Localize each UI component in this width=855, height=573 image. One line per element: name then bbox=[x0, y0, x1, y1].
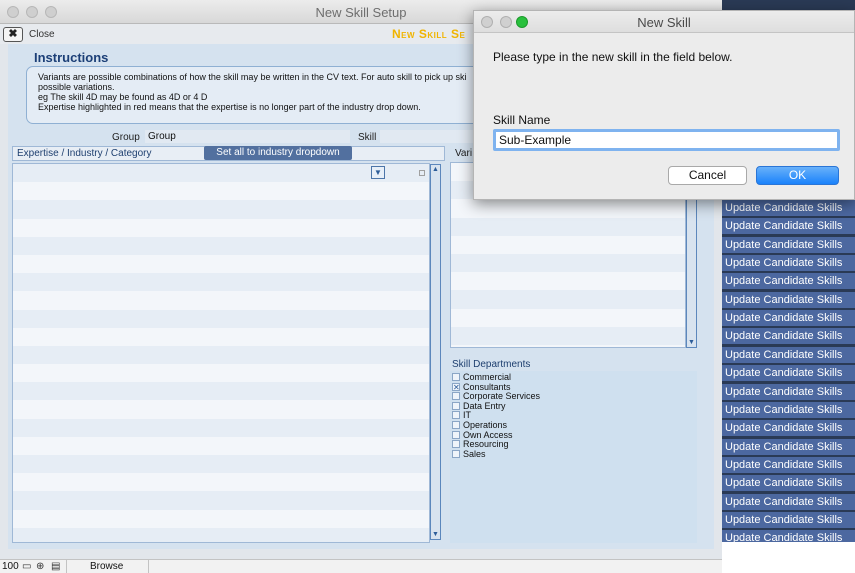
department-label: Consultants bbox=[463, 381, 511, 392]
department-item[interactable]: Commercial bbox=[452, 372, 511, 382]
cancel-button[interactable]: Cancel bbox=[668, 166, 747, 185]
expertise-header-label: Expertise / Industry / Category bbox=[17, 148, 152, 159]
update-candidate-skills-button[interactable]: Update Candidate Skills bbox=[721, 475, 855, 492]
department-item[interactable]: IT bbox=[452, 410, 471, 420]
instruction-line: Variants are possible combinations of ho… bbox=[38, 72, 467, 82]
update-candidate-skills-button[interactable]: Update Candidate Skills bbox=[721, 236, 855, 253]
status-bar: 100 ▭ ⊕ ▤ Browse bbox=[0, 559, 722, 573]
dialog-title: New Skill bbox=[637, 15, 691, 30]
department-label: Sales bbox=[463, 448, 486, 459]
update-candidate-skills-button[interactable]: Update Candidate Skills bbox=[721, 511, 855, 528]
instruction-line: possible variations. bbox=[38, 82, 115, 92]
close-button[interactable]: ✖ bbox=[3, 27, 23, 42]
checkbox-icon[interactable] bbox=[452, 401, 460, 410]
zoom-level[interactable]: 100 bbox=[2, 561, 19, 572]
close-label[interactable]: Close bbox=[29, 29, 55, 40]
update-candidate-skills-button[interactable]: Update Candidate Skills bbox=[721, 365, 855, 382]
update-candidate-skills-button[interactable]: Update Candidate Skills bbox=[721, 456, 855, 473]
expertise-scrollbar[interactable]: ▲ ▼ bbox=[430, 164, 441, 540]
instruction-line: eg The skill 4D may be found as 4D or 4 … bbox=[38, 92, 208, 102]
brand-title: New Skill Se bbox=[392, 27, 466, 41]
instructions-heading: Instructions bbox=[34, 50, 109, 65]
group-field[interactable]: Group bbox=[145, 130, 350, 143]
update-candidate-skills-button[interactable]: Update Candidate Skills bbox=[721, 438, 855, 455]
department-item[interactable]: Resourcing bbox=[452, 439, 509, 449]
update-candidate-skills-button[interactable]: Update Candidate Skills bbox=[721, 493, 855, 510]
new-skill-dialog: New Skill Please type in the new skill i… bbox=[473, 10, 855, 200]
department-label: Data Entry bbox=[463, 400, 506, 411]
background-window-footer bbox=[721, 542, 855, 573]
checked-checkbox-icon[interactable]: ✕ bbox=[452, 382, 460, 391]
scroll-down-icon[interactable]: ▼ bbox=[431, 530, 440, 539]
department-label: Operations bbox=[463, 420, 508, 430]
department-item[interactable]: ✕ Consultants bbox=[452, 382, 511, 392]
update-candidate-skills-button[interactable]: Update Candidate Skills bbox=[721, 310, 855, 327]
skill-label: Skill bbox=[358, 132, 377, 143]
checkbox-icon[interactable] bbox=[452, 373, 460, 381]
department-label: Own Access bbox=[463, 429, 513, 440]
status-separator bbox=[148, 560, 149, 573]
skill-name-input[interactable] bbox=[493, 129, 840, 151]
set-all-to-industry-button[interactable]: Set all to industry dropdown bbox=[204, 146, 352, 160]
variants-header-label: Vari bbox=[455, 148, 473, 159]
group-label: Group bbox=[112, 132, 140, 143]
close-icon: ✖ bbox=[8, 28, 18, 40]
status-separator bbox=[66, 560, 67, 573]
checkbox-icon[interactable] bbox=[452, 440, 460, 449]
zoom-in-icon[interactable]: ⊕ bbox=[36, 561, 44, 572]
update-candidate-skills-button[interactable]: Update Candidate Skills bbox=[721, 420, 855, 437]
update-candidate-skills-button[interactable]: Update Candidate Skills bbox=[721, 273, 855, 290]
department-label: IT bbox=[463, 410, 471, 421]
toggle-toolbar-icon[interactable]: ▤ bbox=[51, 561, 60, 572]
dialog-titlebar: New Skill bbox=[474, 11, 854, 33]
update-candidate-skills-button[interactable]: Update Candidate Skills bbox=[721, 346, 855, 363]
update-candidate-skills-button[interactable]: Update Candidate Skills bbox=[721, 218, 855, 235]
update-candidate-skills-button[interactable]: Update Candidate Skills bbox=[721, 401, 855, 418]
checkbox-icon[interactable] bbox=[452, 430, 460, 439]
department-item[interactable]: Sales bbox=[452, 449, 486, 459]
ok-button[interactable]: OK bbox=[756, 166, 839, 185]
checkbox-icon[interactable] bbox=[452, 411, 460, 420]
dialog-message: Please type in the new skill in the fiel… bbox=[493, 50, 733, 64]
mode-indicator: Browse bbox=[90, 561, 124, 572]
expertise-list[interactable] bbox=[12, 163, 430, 543]
scroll-down-icon[interactable]: ▼ bbox=[687, 338, 696, 347]
skill-departments-title: Skill Departments bbox=[452, 359, 531, 370]
update-candidate-skills-button[interactable]: Update Candidate Skills bbox=[721, 291, 855, 308]
screen: Update Candidate Skills Update Candidate … bbox=[0, 0, 855, 573]
department-item[interactable]: Data Entry bbox=[452, 401, 506, 411]
skill-field[interactable] bbox=[380, 130, 475, 143]
department-item[interactable]: Own Access bbox=[452, 430, 513, 440]
update-candidate-skills-button[interactable]: Update Candidate Skills bbox=[721, 328, 855, 345]
skill-name-label: Skill Name bbox=[493, 113, 551, 127]
row-marker-icon bbox=[419, 170, 425, 176]
department-item[interactable]: Corporate Services bbox=[452, 391, 540, 401]
checkbox-icon[interactable] bbox=[452, 449, 460, 458]
expertise-dropdown-icon[interactable]: ▼ bbox=[371, 166, 385, 179]
checkbox-icon[interactable] bbox=[452, 421, 460, 429]
department-label: Commercial bbox=[463, 372, 512, 382]
scroll-up-icon[interactable]: ▲ bbox=[431, 165, 440, 174]
checkbox-icon[interactable] bbox=[452, 392, 460, 401]
department-label: Resourcing bbox=[463, 439, 509, 450]
zoom-out-icon[interactable]: ▭ bbox=[22, 561, 31, 572]
department-item[interactable]: Operations bbox=[452, 420, 507, 430]
instructions-box: Variants are possible combinations of ho… bbox=[26, 66, 486, 124]
update-candidate-skills-button[interactable]: Update Candidate Skills bbox=[721, 255, 855, 272]
update-candidate-skills-button[interactable]: Update Candidate Skills bbox=[721, 200, 855, 216]
update-candidate-skills-button[interactable]: Update Candidate Skills bbox=[721, 383, 855, 400]
department-label: Corporate Services bbox=[463, 391, 541, 402]
instruction-line: Expertise highlighted in red means that … bbox=[38, 102, 421, 112]
